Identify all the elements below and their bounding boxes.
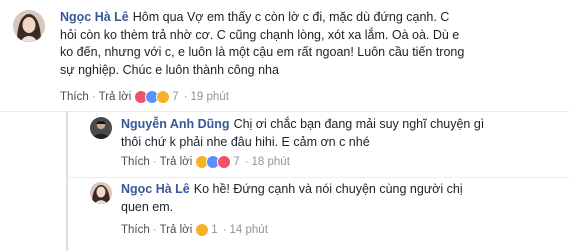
comment-line: Hôm qua Vợ em thấy c còn lờ c đi, mặc dù… <box>132 10 450 24</box>
comment-author[interactable]: Ngọc Hà Lê <box>121 182 190 196</box>
avatar[interactable] <box>90 117 112 139</box>
comment-line: Chị ơi chắc bạn đang mải suy nghĩ chuyện… <box>233 117 485 131</box>
reply-1: Nguyễn Anh Dũng Chị ơi chắc bạn đang mải … <box>0 112 569 178</box>
wow-reaction-icon <box>156 90 171 104</box>
comment-line: sự nghiệp. Chúc e luôn thành công nha <box>60 62 279 77</box>
comment-1: Ngọc Hà Lê Hôm qua Vợ em thấy c còn lờ c … <box>0 0 569 112</box>
comment-line: quen em. <box>121 199 174 214</box>
reaction-summary[interactable]: 7 <box>195 155 240 169</box>
separator-dot: · <box>183 91 188 103</box>
like-link[interactable]: Thích <box>121 156 150 168</box>
reaction-count: 1 <box>211 224 218 236</box>
comment-line: ko đến, nhưng với c, e luôn là một cậu e… <box>60 45 465 59</box>
separator-dot: · <box>152 224 157 236</box>
comment-text: Ngọc Hà Lê Ko hề! Đứng cạnh và nói chuyện… <box>121 181 561 216</box>
comment-actions: Thích · Trả lời 1 · 14 phút <box>121 223 268 237</box>
reaction-count: 7 <box>172 91 179 103</box>
timestamp[interactable]: 14 phút <box>230 224 268 236</box>
comment-text: Nguyễn Anh Dũng Chị ơi chắc bạn đang mải … <box>121 116 561 151</box>
reaction-summary[interactable]: 7 <box>134 90 179 104</box>
like-link[interactable]: Thích <box>60 91 89 103</box>
comment-actions: Thích · Trả lời 7 · 19 phút <box>60 90 229 104</box>
separator-dot: · <box>244 156 249 168</box>
timestamp[interactable]: 19 phút <box>191 91 229 103</box>
comment-line: hỏi còn ko thèm trả nhờ cơ. C cũng chạnh… <box>60 27 460 42</box>
comment-text: Ngọc Hà Lê Hôm qua Vợ em thấy c còn lờ c … <box>60 9 565 79</box>
comment-line: Ko hề! Đứng cạnh và nói chuyện cùng ngườ… <box>193 182 463 196</box>
separator-dot: · <box>222 224 227 236</box>
sad-reaction-icon <box>195 223 210 237</box>
reply-link[interactable]: Trả lời <box>160 224 193 236</box>
reply-link[interactable]: Trả lời <box>99 91 132 103</box>
avatar[interactable] <box>13 10 45 42</box>
love-reaction-icon <box>217 155 232 169</box>
reply-link[interactable]: Trả lời <box>160 156 193 168</box>
avatar[interactable] <box>90 182 112 204</box>
separator-dot: · <box>91 91 96 103</box>
reply-2: Ngọc Hà Lê Ko hề! Đứng cạnh và nói chuyện… <box>0 178 569 250</box>
comment-author[interactable]: Ngọc Hà Lê <box>60 10 129 24</box>
comment-thread: Ngọc Hà Lê Hôm qua Vợ em thấy c còn lờ c … <box>0 0 569 251</box>
reaction-summary[interactable]: 1 <box>195 223 218 237</box>
reaction-count: 7 <box>233 156 240 168</box>
like-link[interactable]: Thích <box>121 224 150 236</box>
comment-actions: Thích · Trả lời 7 · 18 phút <box>121 155 290 169</box>
comment-author[interactable]: Nguyễn Anh Dũng <box>121 117 230 131</box>
separator-dot: · <box>152 156 157 168</box>
comment-line: thôi chứ k phải nhe đâu hihi. E cảm ơn c… <box>121 134 370 149</box>
timestamp[interactable]: 18 phút <box>252 156 290 168</box>
